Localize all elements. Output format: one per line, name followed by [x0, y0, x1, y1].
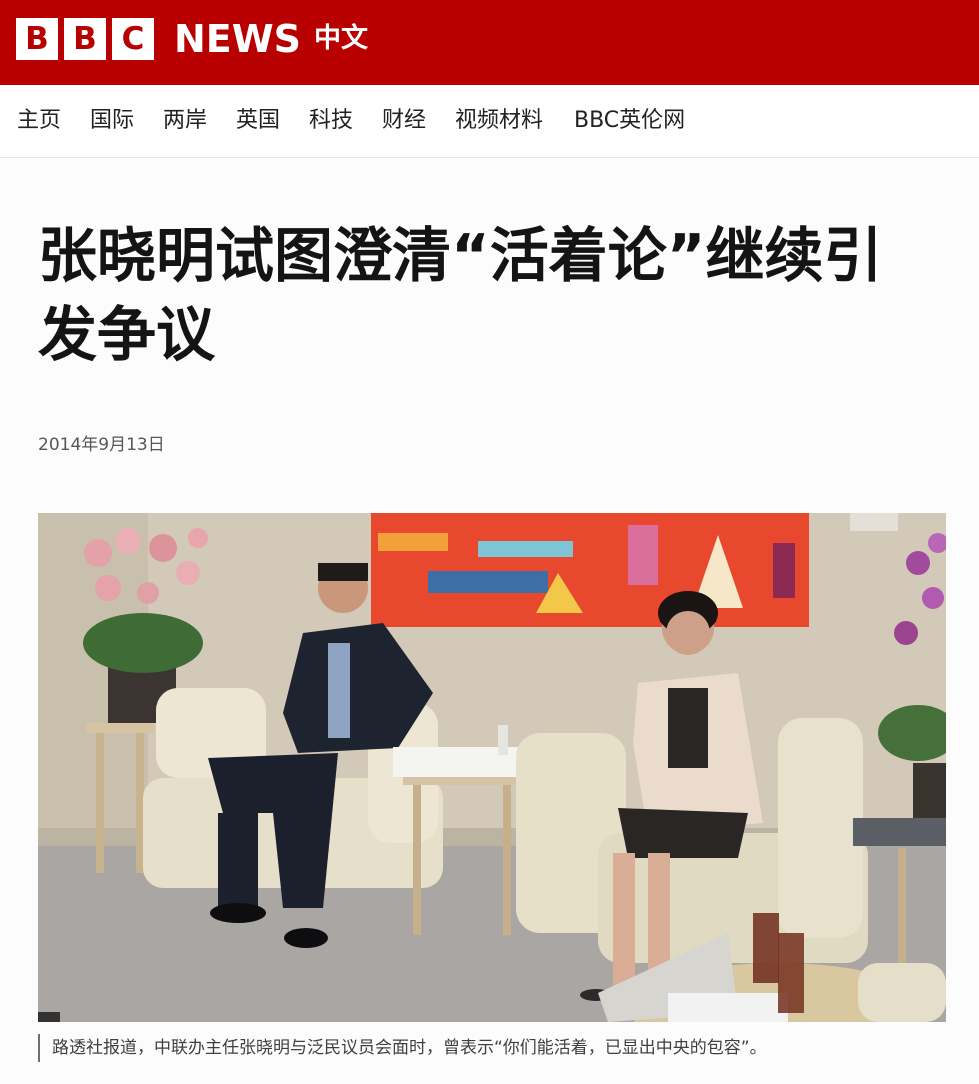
nav-item-international[interactable]: 国际 — [90, 106, 134, 136]
nav-item-technology[interactable]: 科技 — [309, 106, 353, 136]
nav-item-video[interactable]: 视频材料 — [455, 106, 543, 136]
language-label[interactable]: 中文 — [314, 22, 368, 56]
nav-item-bbc-uk-chinese[interactable]: BBC英伦网 — [574, 106, 685, 136]
article-photo — [38, 513, 946, 1022]
bbc-logo-letter-b1: B — [16, 18, 58, 60]
nav-item-home[interactable]: 主页 — [17, 106, 61, 136]
nav-item-cross-strait[interactable]: 两岸 — [163, 106, 207, 136]
photo-corner-marker — [38, 1012, 60, 1022]
news-wordmark[interactable]: NEWS — [174, 17, 301, 61]
masthead: B B C NEWS 中文 — [0, 0, 979, 85]
nav-item-finance[interactable]: 财经 — [382, 106, 426, 136]
article-headline: 张晓明试图澄清“活着论”继续引发争议 — [38, 221, 883, 369]
bbc-logo-letter-b2: B — [64, 18, 106, 60]
bbc-logo-letter-c: C — [112, 18, 154, 60]
nav-item-uk[interactable]: 英国 — [236, 106, 280, 136]
article-date: 2014年9月13日 — [38, 435, 165, 455]
section-navigation: 主页 国际 两岸 英国 科技 财经 视频材料 BBC英伦网 — [0, 85, 979, 158]
bbc-logo[interactable]: B B C — [16, 18, 154, 60]
photo-illustration — [38, 513, 946, 1022]
photo-caption: 路透社报道，中联办主任张晓明与泛民议员会面时，曾表示“你们能活着，已显出中央的包… — [38, 1034, 767, 1062]
